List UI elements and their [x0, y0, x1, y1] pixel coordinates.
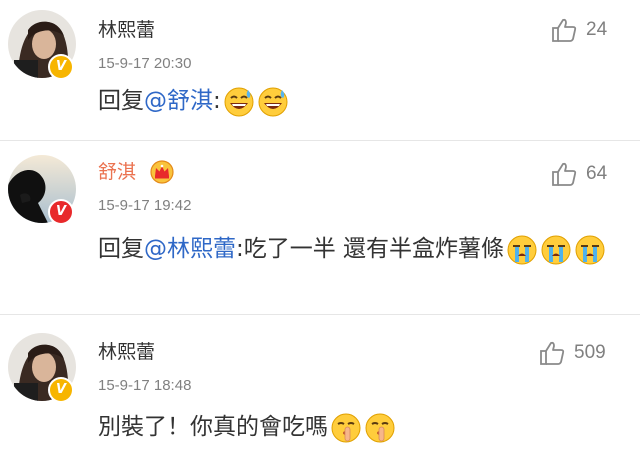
comment-item: V 林熙蕾 15-9-17 18:48 別裝了！你真的會吃嗎 509 [0, 315, 640, 461]
comment-body: 別裝了！你真的會吃嗎 [98, 414, 328, 440]
like-count: 509 [574, 342, 606, 363]
shush-emoji-icon [364, 412, 396, 444]
crying-emoji-icon [540, 234, 572, 266]
verified-badge-icon: V [48, 377, 74, 403]
reply-prefix: 回复 [98, 88, 144, 114]
username[interactable]: 林熙蕾 [98, 18, 155, 42]
comment-text: 回复@林熙蕾:吃了一半 還有半盒炸薯條 [98, 230, 638, 268]
separator: : [213, 88, 221, 114]
timestamp: 15-9-17 19:42 [98, 197, 192, 214]
mention-link[interactable]: @林熙蕾 [144, 236, 236, 262]
comment-text: 回复@舒淇: [98, 84, 289, 118]
username[interactable]: 舒淇 [98, 160, 136, 184]
sweat-smile-emoji-icon [257, 86, 289, 118]
verified-badge-icon: V [48, 199, 74, 225]
crying-emoji-icon [574, 234, 606, 266]
like-button[interactable]: 509 [538, 339, 606, 367]
thumbs-up-icon [552, 18, 577, 42]
crown-icon [150, 160, 174, 184]
thumbs-up-icon [552, 162, 577, 186]
thumbs-up-icon [540, 341, 565, 365]
comment-item: V 舒淇 15-9-17 19:42 回复@林熙蕾:吃了一半 還有半盒炸薯條 6… [0, 141, 640, 314]
shush-emoji-icon [330, 412, 362, 444]
sweat-smile-emoji-icon [223, 86, 255, 118]
separator: : [236, 236, 244, 262]
reply-prefix: 回复 [98, 236, 144, 262]
like-button[interactable]: 24 [550, 16, 607, 44]
like-button[interactable]: 64 [550, 160, 607, 188]
comment-body: 吃了一半 還有半盒炸薯條 [243, 236, 505, 262]
timestamp: 15-9-17 18:48 [98, 377, 192, 394]
mention-link[interactable]: @舒淇 [144, 88, 213, 114]
comment-text: 別裝了！你真的會吃嗎 [98, 410, 396, 444]
verified-badge-icon: V [48, 54, 74, 80]
timestamp: 15-9-17 20:30 [98, 55, 192, 72]
crying-emoji-icon [506, 234, 538, 266]
like-count: 64 [586, 163, 608, 184]
comment-item: V 林熙蕾 15-9-17 20:30 回复@舒淇: 24 [0, 0, 640, 140]
username[interactable]: 林熙蕾 [98, 340, 155, 364]
like-count: 24 [586, 19, 608, 40]
